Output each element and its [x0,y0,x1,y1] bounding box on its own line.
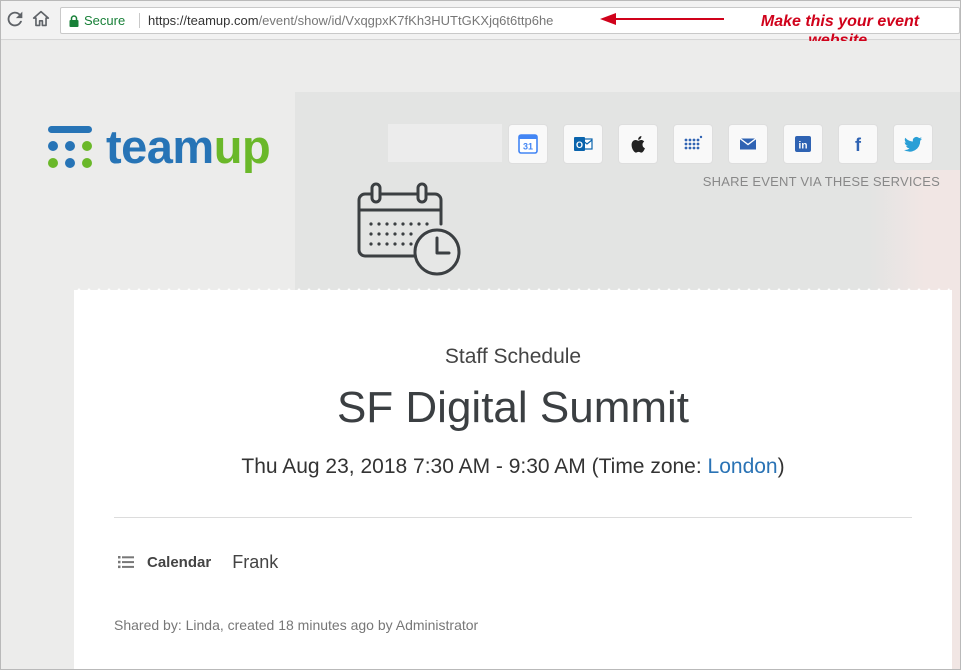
logo-text-team: team [106,120,214,173]
secure-label: Secure [84,13,126,28]
event-title: SF Digital Summit [336,383,690,432]
url-text[interactable]: https://teamup.com/event/show/id/VxqgpxK… [148,13,553,28]
share-facebook-button[interactable]: f [838,124,878,164]
teamup-logo[interactable]: teamup [46,120,286,176]
share-email-button[interactable] [728,124,768,164]
browser-toolbar: Secure https://teamup.com/event/show/id/… [0,0,961,49]
event-time: Thu Aug 23, 2018 7:30 AM - 9:30 AM (Time… [74,455,952,479]
event-card: Staff Schedule SF Digital Summit Thu Aug… [74,288,952,670]
reload-icon[interactable] [4,8,26,30]
twitter-icon [904,136,922,152]
share-linkedin-button[interactable]: in [783,124,823,164]
home-icon[interactable] [30,8,52,30]
timezone-link[interactable]: London [708,455,778,478]
calendar-label: Calendar [147,553,212,571]
url-origin: https://teamup.com [148,13,259,28]
teamup-logo-text: teamup [106,120,271,173]
share-caption: SHARE EVENT VIA THESE SERVICES [702,174,940,189]
faded-placeholder [388,124,502,162]
address-separator [139,13,140,28]
list-icon [118,556,134,569]
shared-by-text: Shared by: Linda, created 18 minutes ago… [114,617,479,633]
ical-icon [684,135,703,150]
share-outlook-button[interactable]: O [563,124,603,164]
google-calendar-icon: 31 [518,134,538,154]
calendar-value: Frank [232,551,279,572]
event-time-text: Thu Aug 23, 2018 7:30 AM - 9:30 AM (Time… [241,455,708,478]
secure-indicator[interactable]: Secure [69,13,125,28]
facebook-icon: f [855,135,862,154]
linkedin-icon: in [795,136,811,152]
outlook-icon: O [574,137,593,151]
share-twitter-button[interactable] [893,124,933,164]
google-calendar-label: 31 [523,142,533,152]
event-time-suffix: ) [777,455,785,478]
share-google-calendar-button[interactable]: 31 [508,124,548,164]
annotation-arrow-icon [600,13,724,25]
linkedin-label: in [799,141,808,152]
card-top-edge [74,288,952,294]
share-ical-button[interactable] [673,124,713,164]
calendar-clock-icon [357,182,461,276]
card-bottom-edge [74,664,952,670]
outlook-label: O [576,140,583,150]
calendar-name: Staff Schedule [444,345,582,368]
email-icon [739,137,757,150]
lock-icon [69,14,79,27]
calendar-row: Calendar Frank [118,552,278,572]
apple-icon [631,136,645,153]
share-apple-button[interactable] [618,124,658,164]
url-path: /event/show/id/VxqgpxK7fKh3HUTtGKXjq6t6t… [258,13,554,28]
teamup-logo-icon [48,126,92,168]
facebook-label: f [855,135,862,154]
card-divider [114,517,912,518]
logo-text-up: up [213,120,271,173]
